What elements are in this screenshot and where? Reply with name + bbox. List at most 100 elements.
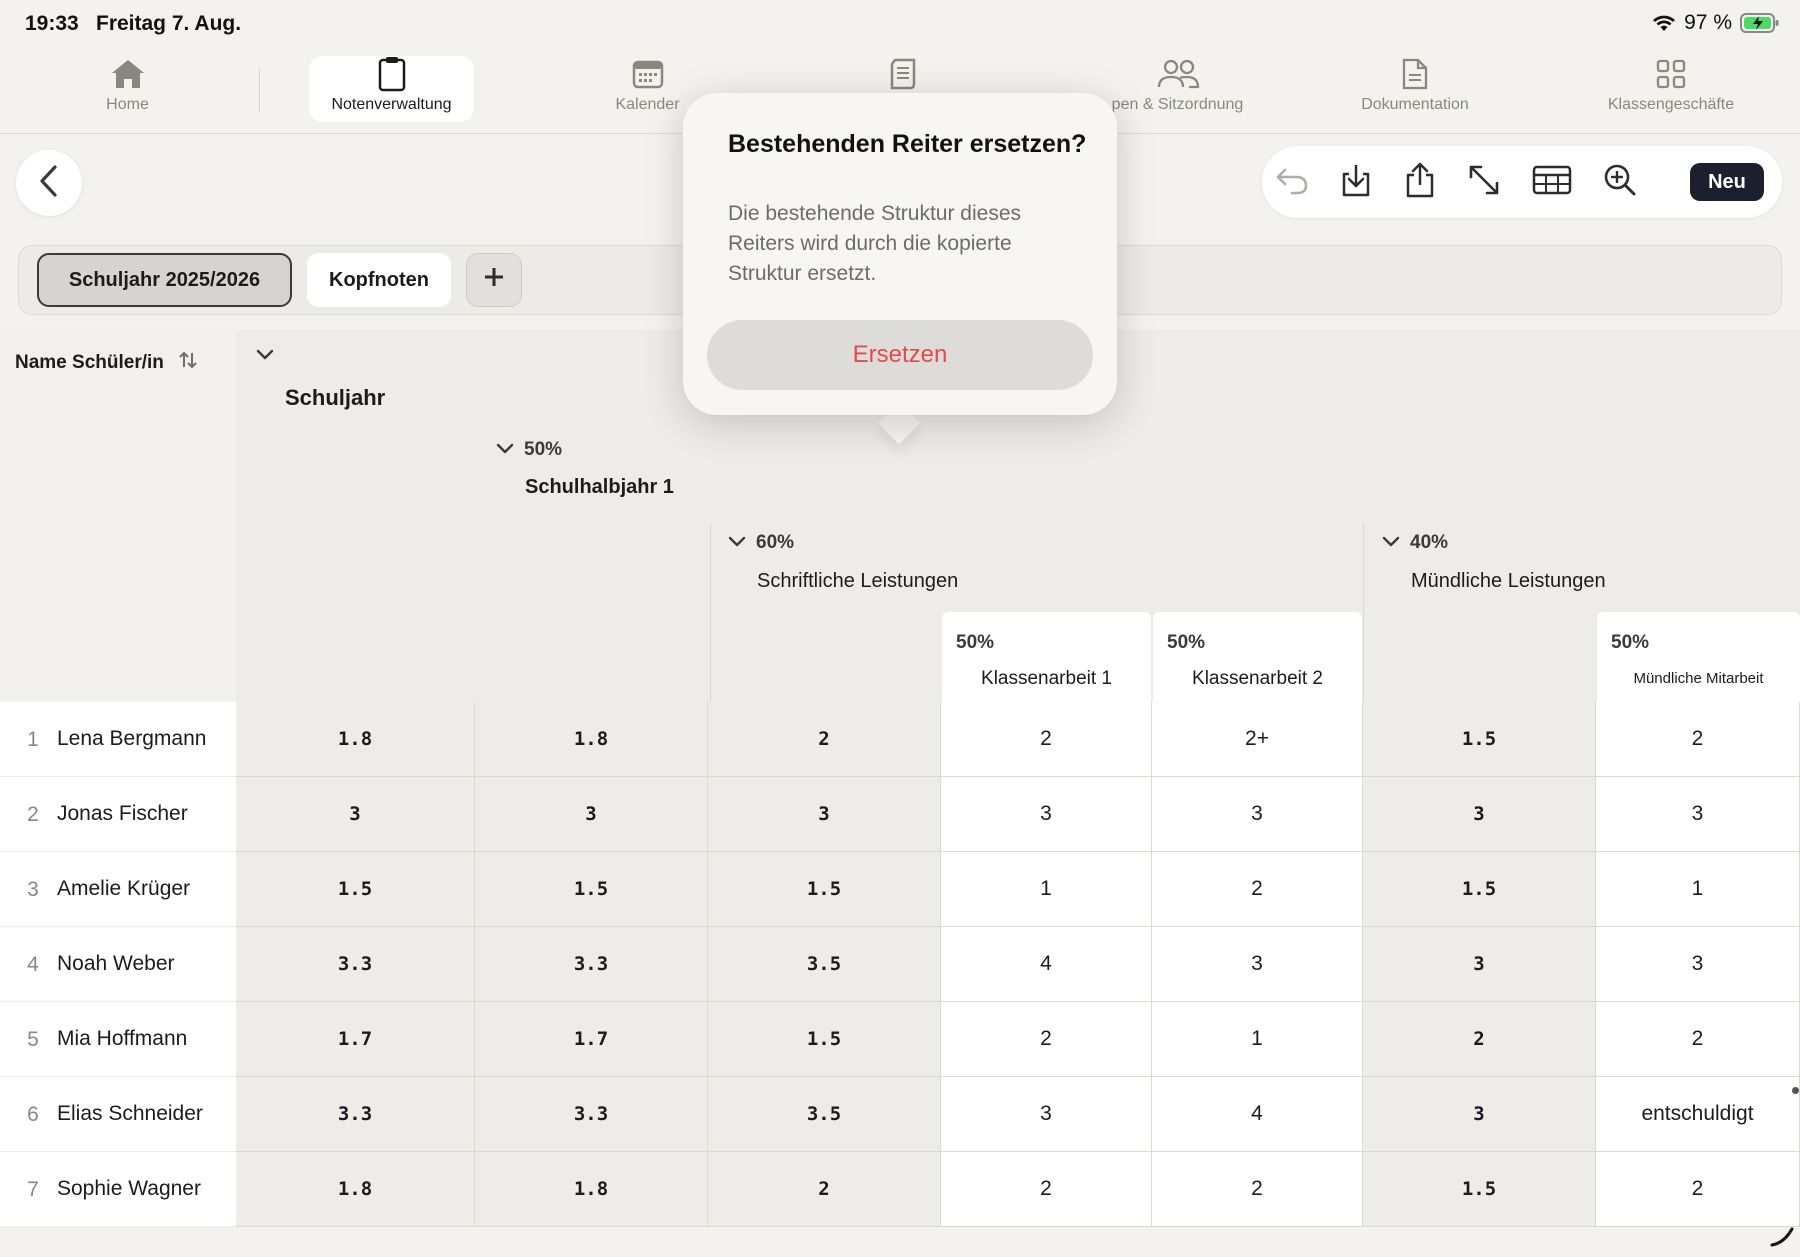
student-name-cell[interactable]: 4 Noah Weber — [0, 927, 236, 1002]
student-name-cell[interactable]: 7 Sophie Wagner — [0, 1152, 236, 1227]
zoom-button[interactable] — [1602, 164, 1638, 200]
student-name: Noah Weber — [57, 952, 175, 975]
undo-button[interactable] — [1274, 164, 1310, 200]
chevron-down-icon — [1382, 532, 1400, 554]
people-icon — [1156, 56, 1200, 92]
student-name: Sophie Wagner — [57, 1177, 201, 1200]
header-klassenarbeit-2[interactable]: 50% Klassenarbeit 2 — [1153, 612, 1362, 702]
table-icon — [1532, 165, 1572, 200]
grade-cell-klassenarbeit-2[interactable]: 3 — [1152, 927, 1363, 1002]
grade-cell-gesamt: 3.3 — [236, 1077, 475, 1152]
grade-cell-klassenarbeit-1[interactable]: 2 — [941, 702, 1152, 777]
student-name-cell[interactable]: 3 Amelie Krüger — [0, 852, 236, 927]
status-indicators: 97 % — [1652, 11, 1780, 35]
table-row: 5 Mia Hoffmann 1.7 1.7 1.5 2 1 2 2 — [0, 1002, 1800, 1077]
grade-cell-gesamt: 1.5 — [236, 852, 475, 927]
header-schriftlich: Schriftliche Leistungen — [757, 570, 959, 592]
header-schuljahr: Schuljahr — [285, 385, 386, 410]
grade-cell-mitarbeit[interactable]: 2 — [1596, 1002, 1800, 1077]
nav-dokumentation[interactable]: Dokumentation — [1350, 56, 1480, 122]
grade-cell-klassenarbeit-1[interactable]: 4 — [941, 927, 1152, 1002]
scroll-indicator — [1792, 1087, 1799, 1094]
table-row: 3 Amelie Krüger 1.5 1.5 1.5 1 2 1.5 1 — [0, 852, 1800, 927]
grade-cell-klassenarbeit-2[interactable]: 2 — [1152, 1152, 1363, 1227]
popover-arrow-cover — [870, 395, 930, 415]
grade-cell-klassenarbeit-1[interactable]: 3 — [941, 777, 1152, 852]
grade-cell-gesamt: 1.7 — [236, 1002, 475, 1077]
plus-icon — [483, 266, 505, 294]
tab-kopfnoten[interactable]: Kopfnoten — [307, 253, 451, 307]
student-name: Elias Schneider — [57, 1102, 203, 1125]
table-row: 1 Lena Bergmann 1.8 1.8 2 2 2+ 1.5 2 — [0, 702, 1800, 777]
grade-cell-klassenarbeit-2[interactable]: 4 — [1152, 1077, 1363, 1152]
tab-schuljahr[interactable]: Schuljahr 2025/2026 — [37, 253, 292, 307]
grade-cell-klassenarbeit-2[interactable]: 1 — [1152, 1002, 1363, 1077]
grade-cell-mitarbeit[interactable]: entschuldigt — [1596, 1077, 1800, 1152]
grade-cell-muendlich: 3 — [1363, 1077, 1596, 1152]
grade-cell-gesamt: 3 — [236, 777, 475, 852]
house-icon — [109, 56, 147, 92]
sort-by-name-button[interactable]: Name Schüler/in — [15, 350, 198, 376]
student-name-cell[interactable]: 6 Elias Schneider — [0, 1077, 236, 1152]
grade-cell-mitarbeit[interactable]: 3 — [1596, 927, 1800, 1002]
status-date: Freitag 7. Aug. — [96, 12, 242, 35]
calendar-icon — [632, 56, 664, 92]
grade-cell-gesamt: 1.8 — [236, 702, 475, 777]
clipboard-icon — [377, 56, 407, 92]
grade-cell-mitarbeit[interactable]: 2 — [1596, 702, 1800, 777]
grade-cell-halbjahr: 1.5 — [475, 852, 708, 927]
nav-divider — [259, 68, 260, 112]
grade-cell-mitarbeit[interactable]: 2 — [1596, 1152, 1800, 1227]
back-button[interactable] — [16, 150, 82, 216]
download-tray-icon — [1339, 162, 1373, 203]
grade-cell-mitarbeit[interactable]: 3 — [1596, 777, 1800, 852]
new-button[interactable]: Neu — [1690, 163, 1764, 201]
grid-icon — [1656, 56, 1686, 92]
undo-icon — [1275, 165, 1309, 200]
table-view-button[interactable] — [1532, 164, 1572, 200]
row-number: 5 — [27, 1028, 39, 1051]
header-klassenarbeit-1[interactable]: 50% Klassenarbeit 1 — [942, 612, 1151, 702]
collapse-schriftlich-button[interactable]: 60% — [728, 532, 794, 554]
replace-tab-popover: Bestehenden Reiter ersetzen? Die bestehe… — [683, 93, 1117, 415]
nav-gruppen-sitzordnung[interactable]: pen & Sitzordnung — [1100, 56, 1255, 122]
expand-button[interactable] — [1466, 164, 1502, 200]
grade-cell-klassenarbeit-2[interactable]: 2 — [1152, 852, 1363, 927]
student-name-cell[interactable]: 1 Lena Bergmann — [0, 702, 236, 777]
row-number: 7 — [27, 1178, 39, 1201]
grade-cell-muendlich: 1.5 — [1363, 1152, 1596, 1227]
grade-cell-mitarbeit[interactable]: 1 — [1596, 852, 1800, 927]
replace-button[interactable]: Ersetzen — [707, 320, 1093, 390]
grade-cell-muendlich: 3 — [1363, 777, 1596, 852]
nav-klassengeschaefte[interactable]: Klassengeschäfte — [1598, 56, 1744, 122]
row-number: 6 — [27, 1103, 39, 1126]
table-row: 7 Sophie Wagner 1.8 1.8 2 2 2 1.5 2 — [0, 1152, 1800, 1227]
chevron-left-icon — [38, 164, 60, 203]
share-button[interactable] — [1402, 162, 1438, 200]
grade-cell-klassenarbeit-2[interactable]: 3 — [1152, 777, 1363, 852]
add-tab-button[interactable] — [466, 253, 522, 307]
grade-cell-klassenarbeit-1[interactable]: 1 — [941, 852, 1152, 927]
grade-cell-klassenarbeit-1[interactable]: 2 — [941, 1002, 1152, 1077]
nav-home[interactable]: Home — [90, 56, 165, 122]
nav-kalender[interactable]: Kalender — [605, 56, 690, 122]
collapse-schulhalbjahr-button[interactable]: 50% — [496, 439, 562, 461]
document-icon — [1401, 56, 1429, 92]
header-muendliche-mitarbeit[interactable]: 50% Mündliche Mitarbeit — [1597, 612, 1800, 702]
grade-cell-muendlich: 2 — [1363, 1002, 1596, 1077]
row-number: 3 — [27, 878, 39, 901]
grade-cell-klassenarbeit-2[interactable]: 2+ — [1152, 702, 1363, 777]
grade-cell-muendlich: 3 — [1363, 927, 1596, 1002]
popover-message: Die bestehende Struktur dieses Reiters w… — [728, 202, 1022, 285]
student-name-cell[interactable]: 2 Jonas Fischer — [0, 777, 236, 852]
nav-notenverwaltung[interactable]: Notenverwaltung — [309, 56, 474, 122]
grade-cell-klassenarbeit-1[interactable]: 2 — [941, 1152, 1152, 1227]
import-button[interactable] — [1338, 164, 1374, 200]
grade-cell-schriftlich: 1.5 — [708, 852, 941, 927]
student-name-cell[interactable]: 5 Mia Hoffmann — [0, 1002, 236, 1077]
collapse-muendlich-button[interactable]: 40% — [1382, 532, 1448, 554]
grade-cell-schriftlich: 1.5 — [708, 1002, 941, 1077]
grade-cell-halbjahr: 1.7 — [475, 1002, 708, 1077]
collapse-schuljahr-button[interactable] — [256, 348, 274, 366]
grade-cell-klassenarbeit-1[interactable]: 3 — [941, 1077, 1152, 1152]
